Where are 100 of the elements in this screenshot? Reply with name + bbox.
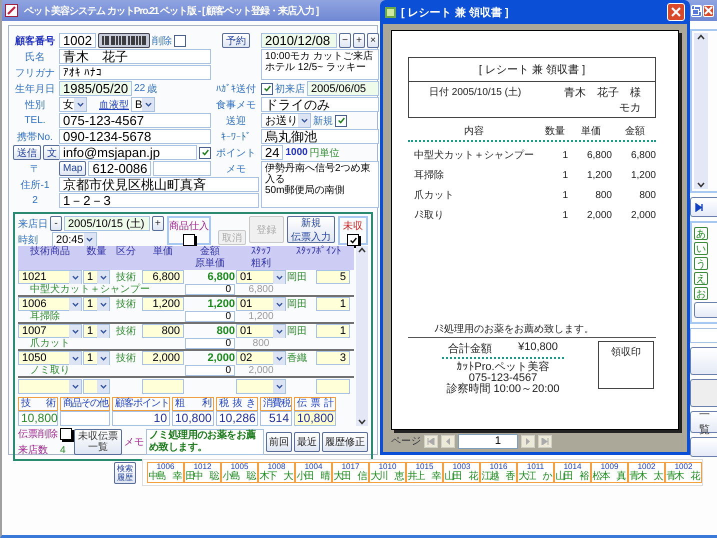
dropdown[interactable]: 01 [236, 297, 286, 311]
input-field[interactable]: 1 [316, 324, 350, 338]
scrollbar[interactable] [356, 246, 368, 426]
input-field[interactable]: 075-123-4567 [59, 113, 211, 128]
button[interactable] [690, 347, 717, 375]
unpaid-list-button[interactable]: 未収伝票 一覧 [74, 429, 122, 455]
history-item[interactable]: 1009 松本 真 [591, 462, 628, 483]
history-item[interactable]: 1015 井上 幸 [406, 462, 443, 483]
input-field[interactable]: 0 [185, 338, 235, 349]
history-item[interactable]: 1016 江越 香 [480, 462, 517, 483]
input-field[interactable] [316, 379, 350, 394]
input-field[interactable]: 1002 [59, 33, 96, 48]
blood-type-link[interactable]: 血液型 [99, 98, 129, 112]
kana-button[interactable]: お [694, 287, 708, 300]
dropdown[interactable]: 1006 [18, 297, 82, 311]
dropdown[interactable]: 20:45 [52, 232, 97, 247]
button[interactable] [694, 302, 717, 318]
history-item[interactable]: 1011 大江 か [517, 462, 554, 483]
dropdown[interactable] [83, 379, 110, 394]
new-slip-button[interactable]: 新規 伝票入力 [287, 216, 335, 243]
dropdown[interactable]: 1 [83, 270, 110, 284]
history-nav-button[interactable]: 最近 [294, 432, 320, 452]
input-field[interactable]: 烏丸御池 [261, 129, 379, 144]
kana-button[interactable]: え [694, 272, 708, 286]
barcode-button[interactable] [98, 33, 150, 48]
address-field[interactable]: 1－2－3 [59, 193, 259, 208]
postal-code-field[interactable]: 612-0086 [88, 161, 152, 176]
history-item[interactable]: 1005 小島 聡 [221, 462, 258, 483]
kana-button[interactable]: あ [694, 227, 708, 240]
kana-button[interactable]: い [694, 242, 708, 256]
checkbox[interactable] [182, 234, 195, 246]
dropdown[interactable]: お送り [261, 113, 311, 128]
checkbox[interactable] [335, 114, 347, 126]
input-field[interactable]: 1 [316, 297, 350, 311]
input-field[interactable]: 青木 花子 [59, 49, 211, 64]
checkbox[interactable] [174, 34, 186, 46]
send-button[interactable]: 送信 [13, 145, 41, 160]
date-step-button[interactable]: − [339, 33, 351, 48]
dropdown[interactable]: 1 [83, 351, 110, 365]
dropdown[interactable]: 01 [236, 270, 286, 284]
dropdown[interactable]: 02 [236, 351, 286, 365]
history-nav-button[interactable]: 履歴修正 [322, 432, 368, 452]
scrollbar[interactable] [694, 33, 708, 190]
input-field[interactable] [153, 161, 211, 176]
dropdown[interactable]: 1 [83, 324, 110, 338]
date-field[interactable]: 2005/06/05 [307, 81, 379, 96]
restore-icon[interactable] [691, 4, 702, 16]
close-icon[interactable] [703, 4, 714, 16]
history-item[interactable]: 1014 山田 裕 [554, 462, 591, 483]
dropdown[interactable]: 1050 [18, 351, 82, 365]
scroll-up-icon[interactable] [697, 34, 705, 40]
checkbox[interactable] [347, 234, 359, 246]
date-step-button[interactable]: + [353, 33, 365, 48]
date-field[interactable]: 1985/05/20 [59, 81, 132, 96]
dropdown[interactable]: 女 [59, 97, 87, 112]
history-item[interactable]: 1006 中島 幸 [147, 462, 184, 483]
history-item[interactable]: 1002 青木 花 [665, 462, 702, 483]
search-history-button[interactable]: 検索 履歴 [114, 462, 136, 484]
reservation-button[interactable]: 予約 [222, 33, 250, 48]
input-field[interactable]: ｱｵｷ ﾊﾅｺ [59, 65, 211, 80]
email-field[interactable]: info@msjapan.jp [59, 145, 197, 160]
dropdown[interactable]: 01 [236, 324, 286, 338]
input-field[interactable]: 800 [142, 324, 184, 338]
button[interactable] [690, 436, 717, 457]
page-number-field[interactable]: 1 [458, 434, 518, 448]
history-item[interactable]: 1004 小田 晴 [295, 462, 332, 483]
scroll-down-icon[interactable] [697, 182, 705, 188]
history-item[interactable]: 1010 大川 恵 [369, 462, 406, 483]
dropdown[interactable]: B [131, 97, 156, 112]
history-item[interactable]: 1008 木下 大 [258, 462, 295, 483]
dropdown[interactable]: 1021 [18, 270, 82, 284]
memo-field[interactable]: ノミ処理用のお薬をお薦め致します。 [146, 429, 264, 455]
map-button[interactable]: Map [59, 161, 86, 176]
history-nav-button[interactable]: 前回 [266, 432, 292, 452]
date-step-button[interactable]: × [367, 33, 379, 48]
history-item[interactable]: 1002 青木 太 [628, 462, 665, 483]
date-step-button[interactable]: - [50, 216, 62, 231]
button[interactable] [690, 378, 717, 407]
checkbox[interactable] [261, 82, 273, 94]
close-icon[interactable] [667, 3, 685, 21]
date-field[interactable]: 2005/10/15 (土) [64, 216, 150, 231]
input-field[interactable]: 0 [185, 284, 235, 295]
input-field[interactable] [690, 328, 717, 344]
memo-field[interactable]: 伊勢丹南へ信号2つめ東入る 50m郵便局の南側 [261, 161, 379, 208]
input-field[interactable] [142, 379, 184, 394]
date-field[interactable]: 2010/12/08 [261, 33, 337, 48]
address-field[interactable]: 京都市伏見区桃山町真斉 [59, 177, 259, 192]
scroll-up-icon[interactable] [358, 247, 366, 253]
history-item[interactable]: 1012 田中 聡 [184, 462, 221, 483]
note-field[interactable]: 10:00モカ カットご来店 ホテル 12/5~ ラッキー [261, 49, 379, 80]
input-field[interactable]: 1,200 [142, 297, 184, 311]
history-item[interactable]: 1017 大田 信 [332, 462, 369, 483]
input-field[interactable]: ドライのみ [261, 97, 379, 112]
dropdown[interactable]: 1 [83, 297, 110, 311]
dropdown[interactable]: 1007 [18, 324, 82, 338]
checkbox[interactable] [60, 428, 72, 440]
input-field[interactable]: 2,000 [142, 351, 184, 365]
input-field[interactable]: 5 [316, 270, 350, 284]
date-step-button[interactable]: + [152, 216, 164, 231]
last-record-button[interactable] [690, 197, 717, 218]
